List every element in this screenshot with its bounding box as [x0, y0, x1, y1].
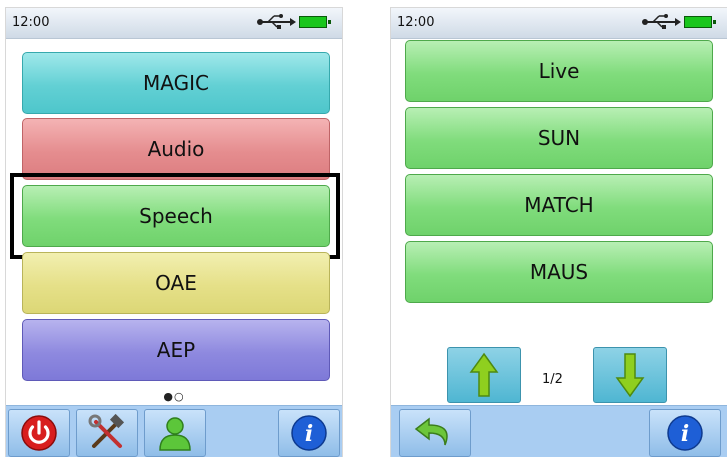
clock: 12:00: [397, 15, 435, 30]
arrow-down-icon: [615, 353, 645, 398]
arrow-up-icon: [469, 352, 499, 397]
clock: 12:00: [12, 15, 50, 30]
menu-item-live[interactable]: Live: [405, 40, 713, 102]
usb-icon: [642, 14, 681, 29]
bottom-toolbar: i: [391, 405, 727, 457]
svg-text:i: i: [681, 421, 689, 447]
status-bar: 12:00: [391, 8, 727, 39]
page-down-button[interactable]: [593, 347, 667, 403]
menu-item-sun[interactable]: SUN: [405, 107, 713, 169]
main-menu-screen: 12:00 MAGIC Audio Speech OAE AEP ●○ i: [6, 8, 342, 457]
info-button[interactable]: i: [649, 409, 721, 457]
selection-highlight: [10, 173, 340, 259]
info-button[interactable]: i: [278, 409, 340, 457]
menu-item-oae[interactable]: OAE: [22, 252, 330, 314]
menu-item-maus[interactable]: MAUS: [405, 241, 713, 303]
menu-item-label: OAE: [155, 271, 197, 295]
menu-item-magic[interactable]: MAGIC: [22, 52, 330, 114]
menu-item-aep[interactable]: AEP: [22, 319, 330, 381]
tools-button[interactable]: [76, 409, 138, 457]
battery-icon: [299, 16, 331, 28]
info-icon: i: [291, 415, 327, 451]
tools-icon: [88, 413, 125, 448]
menu-item-label: Audio: [147, 137, 205, 161]
menu-item-label: SUN: [537, 126, 581, 150]
back-button[interactable]: [399, 409, 471, 457]
power-button[interactable]: [8, 409, 70, 457]
menu-item-label: MATCH: [524, 193, 594, 217]
svg-text:i: i: [305, 421, 313, 447]
info-icon: i: [667, 415, 703, 451]
usb-icon: [257, 14, 296, 29]
power-icon: [21, 415, 57, 451]
menu-item-label: MAGIC: [143, 71, 209, 95]
menu-item-label: Live: [538, 59, 580, 83]
menu-item-audio[interactable]: Audio: [22, 118, 330, 180]
user-button[interactable]: [144, 409, 206, 457]
bottom-toolbar: i: [6, 405, 342, 457]
menu-item-match[interactable]: MATCH: [405, 174, 713, 236]
menu-item-label: MAUS: [529, 260, 589, 284]
speech-menu-screen: 12:00 Live SUN MATCH MAUS 1/2 i: [391, 8, 727, 457]
status-bar: 12:00: [6, 8, 342, 39]
user-icon: [159, 417, 191, 451]
page-indicator: 1/2: [542, 372, 563, 387]
back-icon: [414, 417, 448, 446]
page-up-button[interactable]: [447, 347, 521, 403]
battery-icon: [684, 16, 716, 28]
page-dots: ●○: [163, 390, 185, 403]
menu-item-label: AEP: [156, 338, 196, 362]
